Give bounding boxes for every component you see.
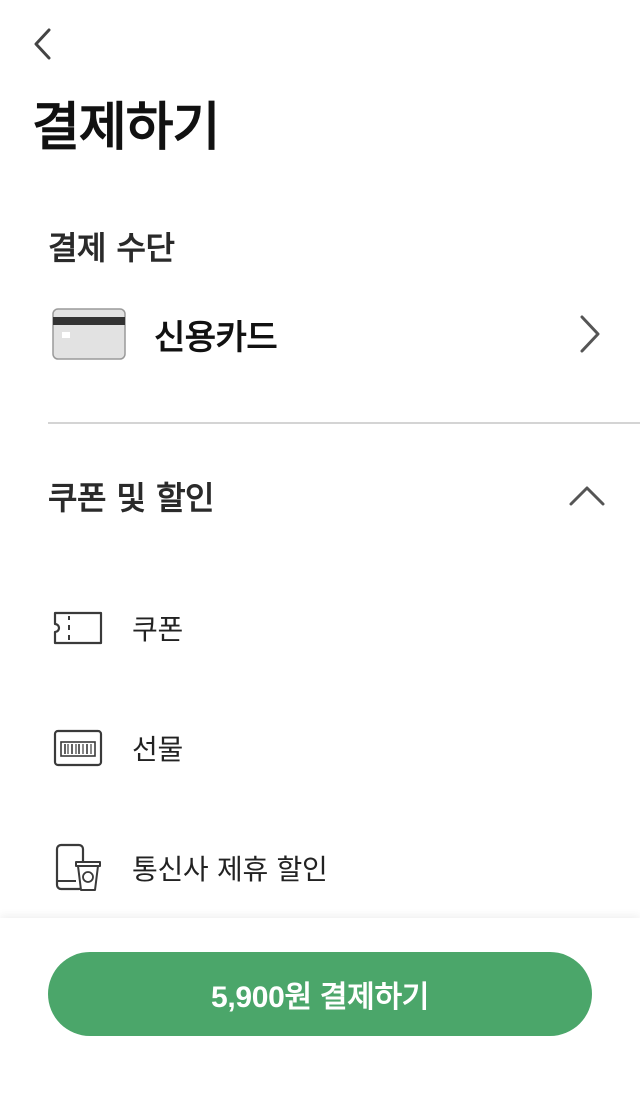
discount-item-label: 통신사 제휴 할인 [132, 853, 328, 886]
payment-method-selector[interactable]: 신용카드 [48, 298, 602, 370]
discount-item-label: 선물 [132, 733, 183, 766]
chevron-up-icon [569, 486, 605, 506]
discount-item-coupon[interactable]: 쿠폰 [52, 598, 600, 658]
section-divider [48, 422, 640, 424]
payment-method-section-label: 결제 수단 [48, 229, 175, 267]
ticket-icon [52, 600, 108, 656]
back-button[interactable] [22, 22, 62, 66]
phone-cup-icon [52, 840, 108, 896]
discount-item-gift[interactable]: 선물 [52, 718, 600, 778]
coupon-discount-section-label: 쿠폰 및 할인 [48, 479, 214, 517]
coupon-discount-toggle[interactable]: 쿠폰 및 할인 [48, 470, 606, 522]
discount-item-label: 쿠폰 [132, 613, 183, 646]
discount-item-telecom[interactable]: 통신사 제휴 할인 [52, 838, 600, 898]
pay-button[interactable]: 5,900원 결제하기 [48, 952, 592, 1036]
credit-card-icon [52, 308, 126, 360]
page-title: 결제하기 [32, 98, 220, 158]
chevron-right-icon [580, 315, 600, 353]
chevron-left-icon [34, 28, 51, 60]
gift-card-icon [52, 720, 108, 776]
payment-method-label: 신용카드 [154, 317, 278, 358]
